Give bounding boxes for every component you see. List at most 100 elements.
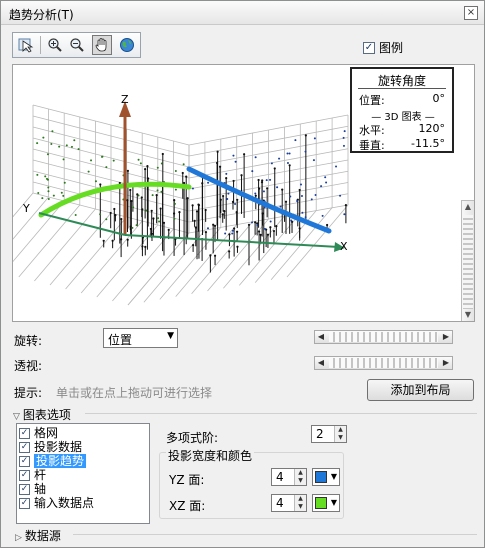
poly-order-stepper[interactable]: 2 ▲ ▼ (311, 425, 347, 443)
data-point (149, 227, 152, 231)
projected-point (105, 166, 108, 169)
title-bar[interactable]: 趋势分析(T) × (1, 1, 484, 25)
grid-line (127, 232, 190, 306)
input-points-checkbox[interactable]: ✓ (19, 498, 30, 509)
projected-point (251, 221, 254, 224)
globe-icon[interactable] (117, 35, 137, 55)
projected-point (63, 181, 66, 184)
perspective-slider[interactable]: ◀ ▶ (314, 356, 453, 370)
projected-trend-checkbox[interactable]: ✓ (19, 456, 30, 467)
projected-point (342, 144, 345, 147)
projected-point (174, 188, 177, 191)
data-point (172, 212, 176, 215)
chevron-down-icon: ▼ (330, 472, 337, 481)
vertical-rotation-scrollbar[interactable]: ▲ ▼ (461, 200, 474, 321)
data-point (231, 200, 235, 203)
rotate-mode-select[interactable]: 位置 ▼ (103, 328, 178, 348)
data-point (216, 150, 219, 153)
x-axis (124, 234, 340, 248)
data-point (126, 169, 130, 172)
projected-point (158, 220, 161, 223)
rotate-label: 旋转: (14, 334, 43, 348)
projected-point (58, 145, 61, 148)
data-point (130, 199, 133, 203)
sticks-checkbox[interactable]: ✓ (19, 470, 30, 481)
grid-checkbox[interactable]: ✓ (19, 428, 30, 439)
data-source-header[interactable]: ▷ 数据源 (15, 527, 61, 544)
chevron-down-icon: ▼ (330, 498, 337, 507)
projected-point (62, 194, 65, 197)
data-point (201, 182, 204, 185)
slider-track[interactable] (329, 358, 438, 368)
yz-color-picker[interactable]: ▼ (312, 468, 340, 486)
chart-options-list[interactable]: ✓ 格网 ✓ 投影数据 ✓ 投影趋势 ✓ 杆 ✓ 轴 ✓ 输入数据点 (16, 423, 150, 524)
data-point (261, 212, 264, 215)
data-point (266, 187, 269, 190)
projected-point (276, 186, 279, 189)
rotation-info-box: 旋转角度 位置: 0° — 3D 图表 — 水平: 120° 垂直: -11.5° (350, 67, 454, 153)
projected-point (62, 158, 65, 161)
projected-point (304, 150, 307, 153)
perspective-label: 透视: (14, 359, 43, 373)
projected-point (60, 191, 63, 194)
data-point (213, 224, 217, 227)
rotate-slider[interactable]: ◀ ▶ (314, 330, 453, 344)
yz-width-stepper[interactable]: 4 ▲ ▼ (271, 468, 307, 486)
axes-checkbox[interactable]: ✓ (19, 484, 30, 495)
data-point (212, 223, 215, 226)
data-point (194, 226, 197, 229)
data-point (147, 177, 150, 180)
projected-point (47, 197, 50, 200)
legend-checkbox[interactable]: ✓ 图例 (363, 39, 403, 56)
slider-track[interactable] (329, 332, 438, 342)
projected-point (156, 166, 159, 169)
projected-point (207, 181, 210, 184)
chevron-down-icon: ▼ (167, 331, 174, 341)
data-point (141, 245, 144, 248)
xz-label: XZ 面: (169, 499, 206, 513)
scroll-up-icon[interactable]: ▲ (462, 201, 474, 213)
projected-point (263, 227, 266, 230)
close-button[interactable]: × (464, 6, 478, 20)
stepper-arrows-icon[interactable]: ▲ ▼ (334, 426, 346, 442)
projected-point (254, 156, 257, 159)
select-icon[interactable] (16, 35, 36, 55)
projected-point (312, 159, 315, 162)
list-item-grid[interactable]: ✓ 格网 (19, 426, 149, 440)
rotate-mode-value: 位置 (108, 333, 133, 347)
list-item-projected-trend[interactable]: ✓ 投影趋势 (19, 454, 149, 468)
slider-right-icon[interactable]: ▶ (440, 357, 452, 369)
projected-point (74, 214, 77, 217)
zoom-in-icon[interactable] (45, 35, 65, 55)
xz-color-picker[interactable]: ▼ (312, 494, 340, 512)
scroll-down-icon[interactable]: ▼ (462, 309, 474, 321)
chart-options-header[interactable]: ▽ 图表选项 (13, 406, 71, 423)
zoom-out-icon[interactable] (67, 35, 87, 55)
data-point (221, 194, 225, 198)
toolbar-separator (40, 36, 41, 54)
data-point (114, 213, 117, 217)
data-point (228, 250, 231, 253)
projected-point (234, 160, 237, 163)
projected-data-checkbox[interactable]: ✓ (19, 442, 30, 453)
xz-width-stepper[interactable]: 4 ▲ ▼ (271, 494, 307, 512)
slider-left-icon[interactable]: ◀ (315, 357, 327, 369)
projected-point (313, 137, 316, 140)
list-item-projected-data[interactable]: ✓ 投影数据 (19, 440, 149, 454)
add-to-layout-button[interactable]: 添加到布局 (367, 379, 474, 401)
stepper-arrows-icon[interactable]: ▲ ▼ (294, 495, 306, 511)
projected-point (269, 220, 272, 223)
data-point (126, 199, 129, 202)
scroll-thumb[interactable] (463, 215, 473, 309)
projected-point (304, 216, 307, 219)
projected-point (36, 173, 39, 176)
list-item-sticks[interactable]: ✓ 杆 (19, 468, 149, 482)
list-item-input-points[interactable]: ✓ 输入数据点 (19, 496, 149, 510)
legend-label: 图例 (379, 41, 404, 55)
list-item-axes[interactable]: ✓ 轴 (19, 482, 149, 496)
stepper-arrows-icon[interactable]: ▲ ▼ (294, 469, 306, 485)
slider-left-icon[interactable]: ◀ (315, 331, 327, 343)
pan-hand-icon[interactable] (92, 35, 112, 55)
slider-right-icon[interactable]: ▶ (440, 331, 452, 343)
y-axis-label: Y (22, 202, 30, 215)
